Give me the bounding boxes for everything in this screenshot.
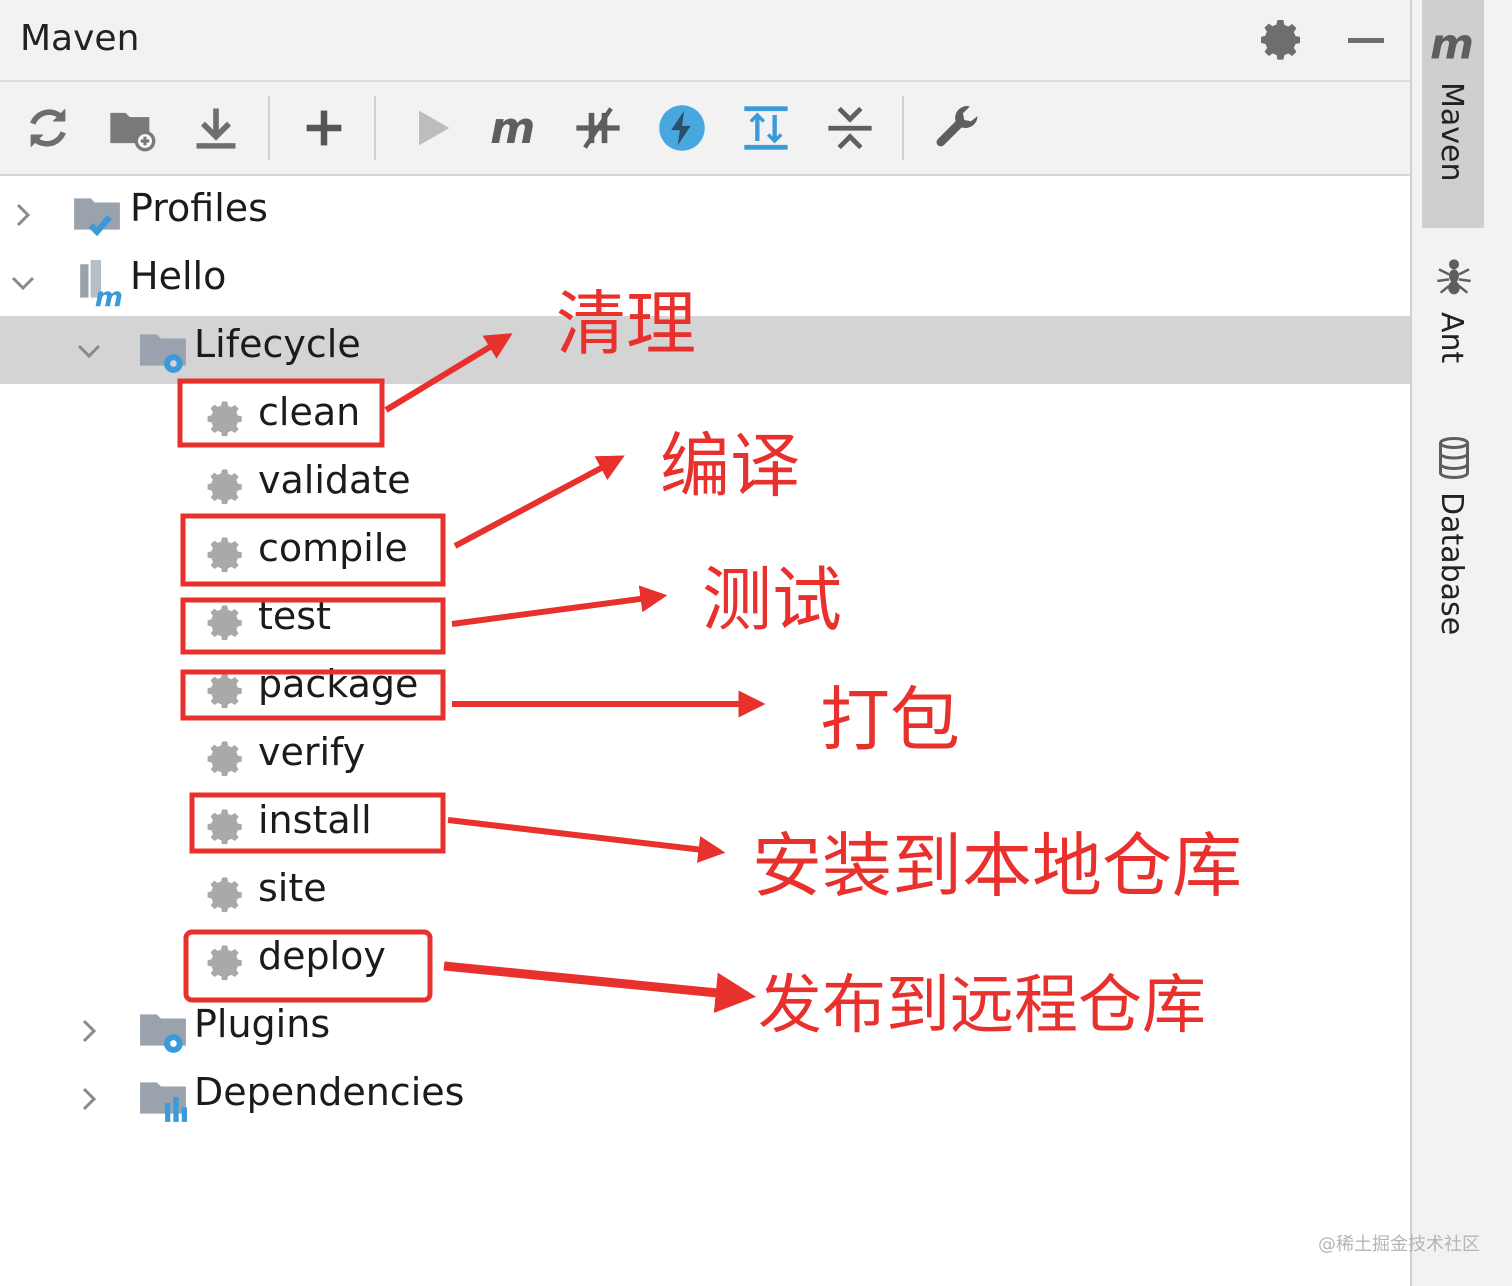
sidebar-tab-maven[interactable]: m Maven: [1422, 0, 1484, 228]
sidebar-tab-label: Database: [1434, 492, 1469, 636]
dependencies-folder-icon: [138, 1074, 188, 1124]
tree-label: Profiles: [130, 186, 268, 230]
chevron-right-icon[interactable]: [74, 1084, 104, 1114]
minimize-icon[interactable]: [1342, 16, 1390, 64]
goal-label: clean: [258, 390, 361, 434]
goal-label: package: [258, 662, 419, 706]
collapse-all-icon[interactable]: [824, 102, 876, 154]
goal-label: site: [258, 866, 327, 910]
right-tool-stripe: m Maven Ant Database: [1410, 0, 1512, 1286]
execute-goal-icon[interactable]: m: [488, 102, 540, 154]
tree-node-dependencies[interactable]: Dependencies: [0, 1064, 1410, 1132]
skip-tests-icon[interactable]: [656, 102, 708, 154]
sidebar-tab-ant[interactable]: Ant: [1422, 246, 1484, 406]
annotation-clean: 清理: [556, 283, 696, 365]
chevron-down-icon[interactable]: [74, 336, 104, 366]
chevron-right-icon[interactable]: [8, 200, 38, 230]
database-icon: [1436, 436, 1472, 480]
gear-icon: [205, 466, 247, 508]
annotation-install: 安装到本地仓库: [752, 825, 1242, 907]
gear-icon: [205, 942, 247, 984]
toolbar-separator: [902, 96, 904, 160]
goal-label: install: [258, 798, 372, 842]
annotation-compile: 编译: [660, 425, 800, 507]
profiles-folder-icon: [72, 190, 122, 240]
add-icon[interactable]: [298, 102, 350, 154]
lifecycle-goal-verify[interactable]: verify: [0, 724, 1410, 792]
gear-icon: [205, 398, 247, 440]
svg-text:m: m: [1430, 20, 1474, 66]
tool-window-title: Maven: [20, 18, 140, 59]
toolbar-separator: [268, 96, 270, 160]
toggle-offline-icon[interactable]: [572, 102, 624, 154]
gear-icon: [205, 738, 247, 780]
sidebar-tab-label: Maven: [1434, 82, 1469, 182]
tree-node-profiles[interactable]: Profiles: [0, 180, 1410, 248]
gear-icon: [205, 874, 247, 916]
maven-settings-wrench-icon[interactable]: [932, 102, 984, 154]
tree-label: Lifecycle: [194, 322, 361, 366]
annotation-package: 打包: [820, 679, 960, 761]
maven-m-icon: m: [1430, 19, 1476, 68]
annotation-test: 测试: [702, 559, 842, 641]
gear-icon: [205, 806, 247, 848]
download-sources-icon[interactable]: [190, 102, 242, 154]
generate-sources-icon[interactable]: [106, 102, 158, 154]
tree-label: Plugins: [194, 1002, 331, 1046]
lifecycle-folder-icon: [138, 326, 188, 376]
goal-label: test: [258, 594, 331, 638]
plugins-folder-icon: [138, 1006, 188, 1056]
run-icon[interactable]: [406, 102, 458, 154]
svg-text:m: m: [490, 104, 535, 154]
svg-text:m: m: [95, 282, 123, 308]
watermark: @稀土掘金技术社区: [1318, 1234, 1480, 1255]
show-dependencies-icon[interactable]: [740, 102, 792, 154]
gear-icon: [205, 534, 247, 576]
tree-node-lifecycle[interactable]: Lifecycle: [0, 316, 1410, 384]
title-bar: Maven: [0, 0, 1410, 82]
goal-label: verify: [258, 730, 366, 774]
maven-project-icon: m: [76, 258, 126, 313]
goal-label: deploy: [258, 934, 386, 978]
ant-icon: [1434, 256, 1474, 296]
reload-icon[interactable]: [22, 102, 74, 154]
lifecycle-goal-package[interactable]: package: [0, 656, 1410, 724]
settings-gear-icon[interactable]: [1258, 16, 1306, 64]
annotation-deploy: 发布到远程仓库: [758, 969, 1206, 1043]
maven-toolbar: m: [0, 82, 1410, 176]
sidebar-tab-label: Ant: [1434, 312, 1469, 364]
gear-icon: [205, 602, 247, 644]
tree-node-project-hello[interactable]: m Hello: [0, 248, 1410, 316]
chevron-right-icon[interactable]: [74, 1016, 104, 1046]
gear-icon: [205, 670, 247, 712]
tree-label: Dependencies: [194, 1070, 465, 1114]
chevron-down-icon[interactable]: [8, 268, 38, 298]
toolbar-separator: [374, 96, 376, 160]
tree-label: Hello: [130, 254, 227, 298]
goal-label: validate: [258, 458, 411, 502]
sidebar-tab-database[interactable]: Database: [1422, 426, 1484, 666]
goal-label: compile: [258, 526, 408, 570]
